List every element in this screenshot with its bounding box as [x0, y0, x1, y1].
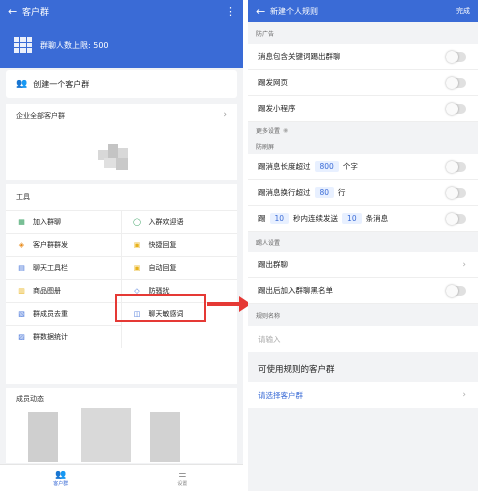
kick-blacklist-row: 踢出后加入群聊黑名单	[248, 278, 478, 304]
bottom-tabbar: 👥 客户群 ⚌ 设置	[0, 464, 243, 491]
line-breaks-toggle[interactable]	[446, 186, 466, 199]
member-activity-title: 成员动态	[16, 395, 44, 403]
length-limit-input[interactable]: 800	[314, 161, 339, 172]
page-title: 客户群	[22, 7, 50, 18]
tool-product-album[interactable]: ▥ 商品图册	[6, 279, 122, 302]
corp-groups-card[interactable]: 企业全部客户群 ›	[6, 104, 237, 180]
select-group-row[interactable]: 请选择客户群 ›	[248, 382, 478, 408]
continuous-send-toggle[interactable]	[446, 212, 466, 225]
broadcast-icon: ◈	[18, 241, 25, 249]
join-group-icon: ▦	[18, 218, 25, 226]
dedupe-icon: ▧	[18, 310, 25, 318]
stats-icon: ▨	[18, 333, 25, 341]
chevron-right-icon: ›	[462, 259, 466, 270]
tab-settings[interactable]: ⚌ 设置	[122, 465, 244, 491]
info-icon: ◉	[283, 126, 289, 134]
tab-customer-groups[interactable]: 👥 客户群	[0, 465, 122, 491]
section-anti-ad: 防广告	[256, 30, 275, 38]
back-arrow-icon[interactable]: ←	[8, 5, 22, 18]
highlight-box	[115, 294, 206, 322]
right-topbar: ← 新建个人规则 完成	[248, 0, 478, 22]
tool-join-group[interactable]: ▦ 加入群聊	[6, 210, 122, 233]
back-arrow-icon[interactable]: ←	[256, 5, 270, 18]
chat-bubble-icon: ◯	[133, 218, 141, 226]
section-kick-settings: 踢人设置	[256, 239, 281, 247]
blacklist-toggle[interactable]	[446, 284, 466, 297]
quick-reply-icon: ▣	[133, 241, 141, 249]
arrow-connector	[207, 302, 243, 306]
tool-auto-reply[interactable]: ▣ 自动回复	[121, 256, 237, 279]
section-anti-flood: 防刷屏	[256, 143, 275, 151]
tool-quick-reply[interactable]: ▣ 快捷回复	[121, 233, 237, 256]
kick-from-group-row[interactable]: 踢出群聊 ›	[248, 252, 478, 278]
blurred-avatar	[28, 412, 58, 462]
tools-grid: ▦ 加入群聊 ◯ 入群欢迎语 ◈ 客户群群发 ▣ 快捷回复 ▤ 聊天工具栏 ▣ 自动回复 ▥…	[6, 210, 237, 348]
rule-name-input[interactable]: 请输入	[248, 326, 478, 352]
keyword-kick-toggle[interactable]	[446, 50, 466, 63]
message-count-input[interactable]: 10	[342, 213, 362, 224]
sliders-icon: ⚌	[178, 469, 187, 480]
tool-dedupe-members[interactable]: ▧ 群成员去重	[6, 302, 122, 325]
create-group-label: 创建一个客户群	[33, 79, 90, 89]
right-screen: ← 新建个人规则 完成 防广告 消息包含关键词踢出群聊 踢发网页 踢发小程序 更…	[248, 0, 478, 491]
users-icon: 👥	[55, 469, 67, 480]
group-limit-banner: 群聊人数上限: 500	[0, 22, 243, 68]
page-title: 新建个人规则	[270, 6, 318, 16]
tool-group-stats[interactable]: ▨ 群数据统计	[6, 325, 122, 348]
done-button[interactable]: 完成	[456, 6, 470, 16]
blurred-avatar	[98, 144, 138, 170]
seconds-input[interactable]: 10	[269, 213, 290, 224]
line-limit-input[interactable]: 80	[314, 187, 335, 198]
left-topbar: ← 客户群 ⋮	[0, 0, 243, 22]
chevron-right-icon: ›	[462, 390, 466, 400]
rule-miniprogram-kick: 踢发小程序	[248, 96, 478, 122]
album-icon: ▥	[18, 287, 25, 295]
toolbar-icon: ▤	[18, 264, 25, 272]
tools-card: 工具 ▦ 加入群聊 ◯ 入群欢迎语 ◈ 客户群群发 ▣ 快捷回复 ▤ 聊天工具栏 ▣ 自动回…	[6, 184, 237, 384]
tools-title: 工具	[16, 193, 30, 201]
tool-group-broadcast[interactable]: ◈ 客户群群发	[6, 233, 122, 256]
more-settings-link[interactable]: 更多设置 ◉	[248, 122, 478, 138]
usable-groups-title: 可使用规则的客户群	[248, 356, 478, 382]
auto-reply-icon: ▣	[133, 264, 141, 272]
miniprogram-kick-toggle[interactable]	[446, 102, 466, 115]
grid-icon	[14, 37, 32, 53]
rule-continuous-send: 踢 10 秒内连续发送 10 条消息	[248, 206, 478, 232]
web-kick-toggle[interactable]	[446, 76, 466, 89]
rule-web-kick: 踢发网页	[248, 70, 478, 96]
create-group-button[interactable]: 👥 创建一个客户群	[6, 70, 237, 98]
member-activity-card: 成员动态	[6, 388, 237, 463]
corp-groups-title: 企业全部客户群	[16, 112, 65, 120]
tool-chat-toolbar[interactable]: ▤ 聊天工具栏	[6, 256, 122, 279]
rule-line-breaks: 踢消息换行超过 80 行	[248, 180, 478, 206]
rule-message-length: 踢消息长度超过 800 个字	[248, 154, 478, 180]
add-user-icon: 👥	[16, 79, 28, 89]
group-limit-text: 群聊人数上限: 500	[40, 40, 109, 50]
blurred-avatar	[81, 408, 131, 462]
section-rule-name: 规则名称	[256, 312, 281, 320]
blurred-avatar	[150, 412, 180, 462]
tool-welcome-message[interactable]: ◯ 入群欢迎语	[121, 210, 237, 233]
left-screen: ← 客户群 ⋮ 群聊人数上限: 500 👥 创建一个客户群 企业全部客户群 ›	[0, 0, 243, 491]
chevron-right-icon: ›	[223, 110, 227, 120]
more-menu-icon[interactable]: ⋮	[225, 5, 236, 18]
stage: ← 客户群 ⋮ 群聊人数上限: 500 👥 创建一个客户群 企业全部客户群 ›	[0, 0, 493, 491]
rule-keyword-kick: 消息包含关键词踢出群聊	[248, 44, 478, 70]
message-length-toggle[interactable]	[446, 160, 466, 173]
